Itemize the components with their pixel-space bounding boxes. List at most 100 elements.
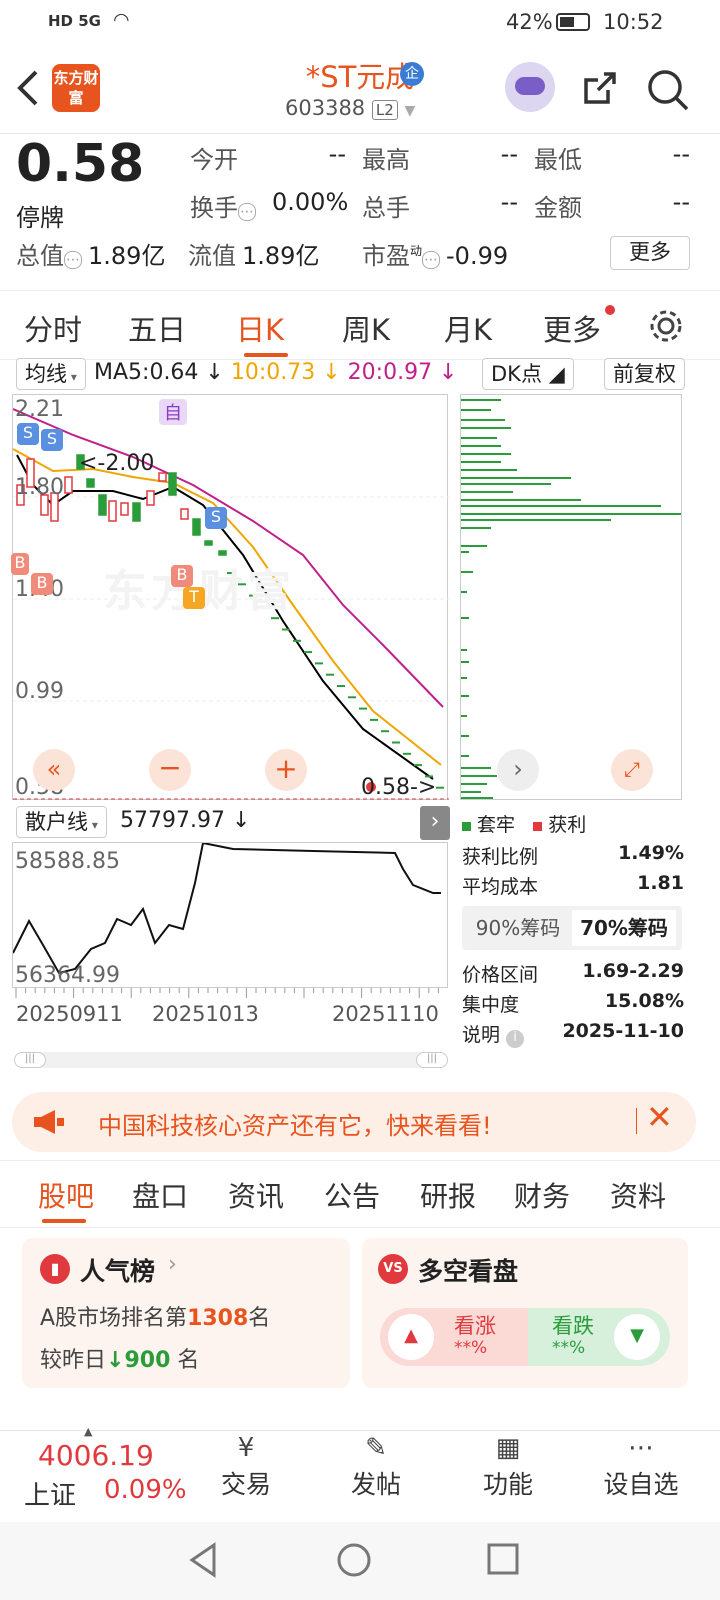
indicator-selector[interactable]: 均线 ▾ bbox=[16, 358, 86, 390]
range-handle-right[interactable]: ||| bbox=[416, 1052, 448, 1068]
content-tab[interactable]: 盘口 bbox=[132, 1175, 188, 1215]
bull-value: **% bbox=[454, 1338, 488, 1358]
tab-monthly-k[interactable]: 月K bbox=[444, 307, 492, 349]
expand-icon[interactable]: ⤢ bbox=[611, 749, 653, 791]
system-back-icon[interactable] bbox=[188, 1542, 218, 1578]
content-tab[interactable]: 股吧 bbox=[38, 1175, 94, 1215]
system-home-icon[interactable] bbox=[336, 1542, 372, 1578]
low-annotation: <-2.00 bbox=[79, 451, 155, 476]
back-icon[interactable] bbox=[14, 68, 42, 108]
dk-label: DK点 bbox=[491, 362, 542, 386]
info-icon[interactable]: i bbox=[506, 1030, 525, 1048]
ma5-value: MA5:0.64 bbox=[94, 360, 199, 385]
y-label-4: 0.99 bbox=[15, 679, 64, 704]
down-arrow-icon: ▼ bbox=[614, 1314, 660, 1360]
tab-70-chips[interactable]: 70%筹码 bbox=[572, 910, 676, 946]
content-tab[interactable]: 资讯 bbox=[228, 1175, 284, 1215]
bull-button[interactable]: ▲ 看涨 **% bbox=[380, 1308, 528, 1366]
zoom-in-icon[interactable]: + bbox=[265, 749, 307, 791]
content-tab[interactable]: 财务 bbox=[514, 1175, 570, 1215]
chip-distribution-chart[interactable]: › ⤢ bbox=[460, 394, 682, 800]
profit-ratio-label: 获利比例 bbox=[462, 846, 539, 868]
expand-up-icon[interactable]: ▲ bbox=[84, 1425, 92, 1438]
assistant-avatar-icon[interactable] bbox=[505, 62, 555, 112]
dk-point-selector[interactable]: DK点 ◢ bbox=[482, 358, 574, 390]
sell-marker: S bbox=[205, 507, 227, 529]
tab-daily-k[interactable]: 日K bbox=[236, 307, 284, 349]
quote-field: 最高 -- bbox=[362, 140, 518, 175]
nav-functions-label: 功能 bbox=[482, 1470, 533, 1499]
field-label: 金额 bbox=[534, 194, 582, 222]
nav-functions[interactable]: ▦ 功能 bbox=[478, 1433, 538, 1501]
date-label-mid: 20251013 bbox=[152, 1002, 259, 1026]
field-label: 最高 bbox=[362, 146, 410, 174]
scroll-left-icon[interactable]: « bbox=[33, 749, 75, 791]
sub-indicator-value: 57797.97 ↓ bbox=[120, 808, 251, 833]
more-button[interactable]: 更多 bbox=[610, 236, 690, 270]
grid-icon: ▦ bbox=[495, 1433, 521, 1463]
app-header: 东方财富 *ST元成 企 603388 L2 ▼ bbox=[0, 46, 720, 134]
range-scrollbar[interactable]: ||| ||| bbox=[14, 1052, 448, 1068]
tab-more[interactable]: 更多 bbox=[543, 307, 601, 349]
bottom-nav: ▲ 4006.19 上证 0.09% ¥ 交易 ✎ 发帖 ▦ 功能 ⋯ 设自选 bbox=[0, 1425, 720, 1522]
banner-text: 中国科技核心资产还有它，快来看看! bbox=[98, 1112, 492, 1140]
field-value: -- bbox=[672, 188, 690, 216]
tab-weekly-k[interactable]: 周K bbox=[342, 307, 390, 349]
quote-field: 最低 -- bbox=[534, 140, 690, 175]
rank-change-line: 较昨日↓900 名 bbox=[40, 1348, 200, 1373]
field-label: 最低 bbox=[534, 146, 582, 174]
field-label: 今开 bbox=[190, 146, 238, 174]
quote-field: 总值 ⋯ 1.89亿 bbox=[16, 236, 186, 271]
bear-button[interactable]: 看跌 **% ▼ bbox=[528, 1308, 670, 1366]
sell-marker: S bbox=[41, 429, 63, 451]
system-recents-icon[interactable] bbox=[486, 1542, 520, 1576]
settings-gear-icon[interactable] bbox=[647, 307, 685, 345]
field-value: -- bbox=[328, 140, 346, 168]
self-marker: 自 bbox=[159, 399, 187, 425]
content-tabs: 股吧 盘口 资讯 公告 研报 财务 资料 bbox=[0, 1160, 720, 1228]
promo-banner[interactable]: 中国科技核心资产还有它，快来看看! ✕ bbox=[12, 1092, 696, 1152]
bull-bear-card[interactable]: VS 多空看盘 ▲ 看涨 **% 看跌 **% ▼ bbox=[362, 1238, 688, 1388]
close-icon[interactable]: ✕ bbox=[646, 1098, 673, 1136]
chip-stats: 获利比例 1.49% 平均成本 1.81 bbox=[462, 842, 684, 902]
popularity-card[interactable]: ▮ 人气榜 › A股市场排名第1308名 较昨日↓900 名 bbox=[22, 1238, 350, 1388]
search-icon[interactable] bbox=[646, 68, 690, 112]
stock-code[interactable]: 603388 L2 ▼ bbox=[285, 96, 415, 120]
rank-prefix: A股市场排名第 bbox=[40, 1306, 188, 1331]
info-icon[interactable]: ⋯ bbox=[64, 251, 82, 269]
tab-intraday[interactable]: 分时 bbox=[24, 307, 82, 349]
nav-post[interactable]: ✎ 发帖 bbox=[346, 1433, 406, 1501]
app-logo: 东方财富 bbox=[52, 64, 100, 112]
retail-line-chart[interactable]: 58588.85 56364.99 bbox=[12, 842, 448, 988]
battery-percent: 42% bbox=[506, 10, 553, 34]
sub-indicator-selector[interactable]: 散户线 ▾ bbox=[16, 806, 107, 838]
chip-details: 价格区间 1.69-2.29 集中度 15.08% 说明 i 2025-11-10 bbox=[462, 960, 684, 1050]
rank-value: 1308 bbox=[187, 1306, 249, 1331]
tab-90-chips[interactable]: 90%筹码 bbox=[468, 910, 568, 946]
index-value[interactable]: 4006.19 bbox=[38, 1439, 154, 1472]
kline-chart[interactable]: 东方财富 2.21 1.80 1.40 0.99 0.58 <-2.00 0.5… bbox=[11, 394, 449, 800]
content-tab[interactable]: 公告 bbox=[324, 1175, 380, 1215]
indicator-selector-label: 均线 bbox=[25, 362, 67, 386]
info-icon[interactable]: ⋯ bbox=[422, 251, 441, 269]
buy-marker: B bbox=[11, 553, 29, 575]
content-tab[interactable]: 研报 bbox=[420, 1175, 476, 1215]
content-tab[interactable]: 资料 bbox=[610, 1175, 666, 1215]
info-icon[interactable]: ⋯ bbox=[238, 203, 256, 221]
sub-value-text: 57797.97 bbox=[120, 808, 225, 833]
share-icon[interactable] bbox=[578, 68, 620, 110]
zoom-out-icon[interactable]: − bbox=[149, 749, 191, 791]
y-label-2: 1.80 bbox=[15, 475, 64, 500]
adjust-selector[interactable]: 前复权 bbox=[604, 358, 685, 390]
expand-sub-chart-icon[interactable]: › bbox=[420, 806, 450, 840]
buy-marker: B bbox=[31, 573, 53, 595]
nav-add-watchlist[interactable]: ⋯ 设自选 bbox=[596, 1433, 686, 1501]
field-value: -0.99 bbox=[446, 242, 509, 270]
chevron-right-icon[interactable]: › bbox=[497, 749, 539, 791]
range-handle-left[interactable]: ||| bbox=[14, 1052, 46, 1068]
bear-value: **% bbox=[552, 1338, 586, 1358]
tab-five-day[interactable]: 五日 bbox=[128, 307, 186, 349]
status-bar: HD 5G ◠ 42% 10:52 bbox=[0, 0, 720, 46]
nav-trade[interactable]: ¥ 交易 bbox=[216, 1433, 276, 1501]
last-price: 0.58 bbox=[16, 134, 145, 194]
